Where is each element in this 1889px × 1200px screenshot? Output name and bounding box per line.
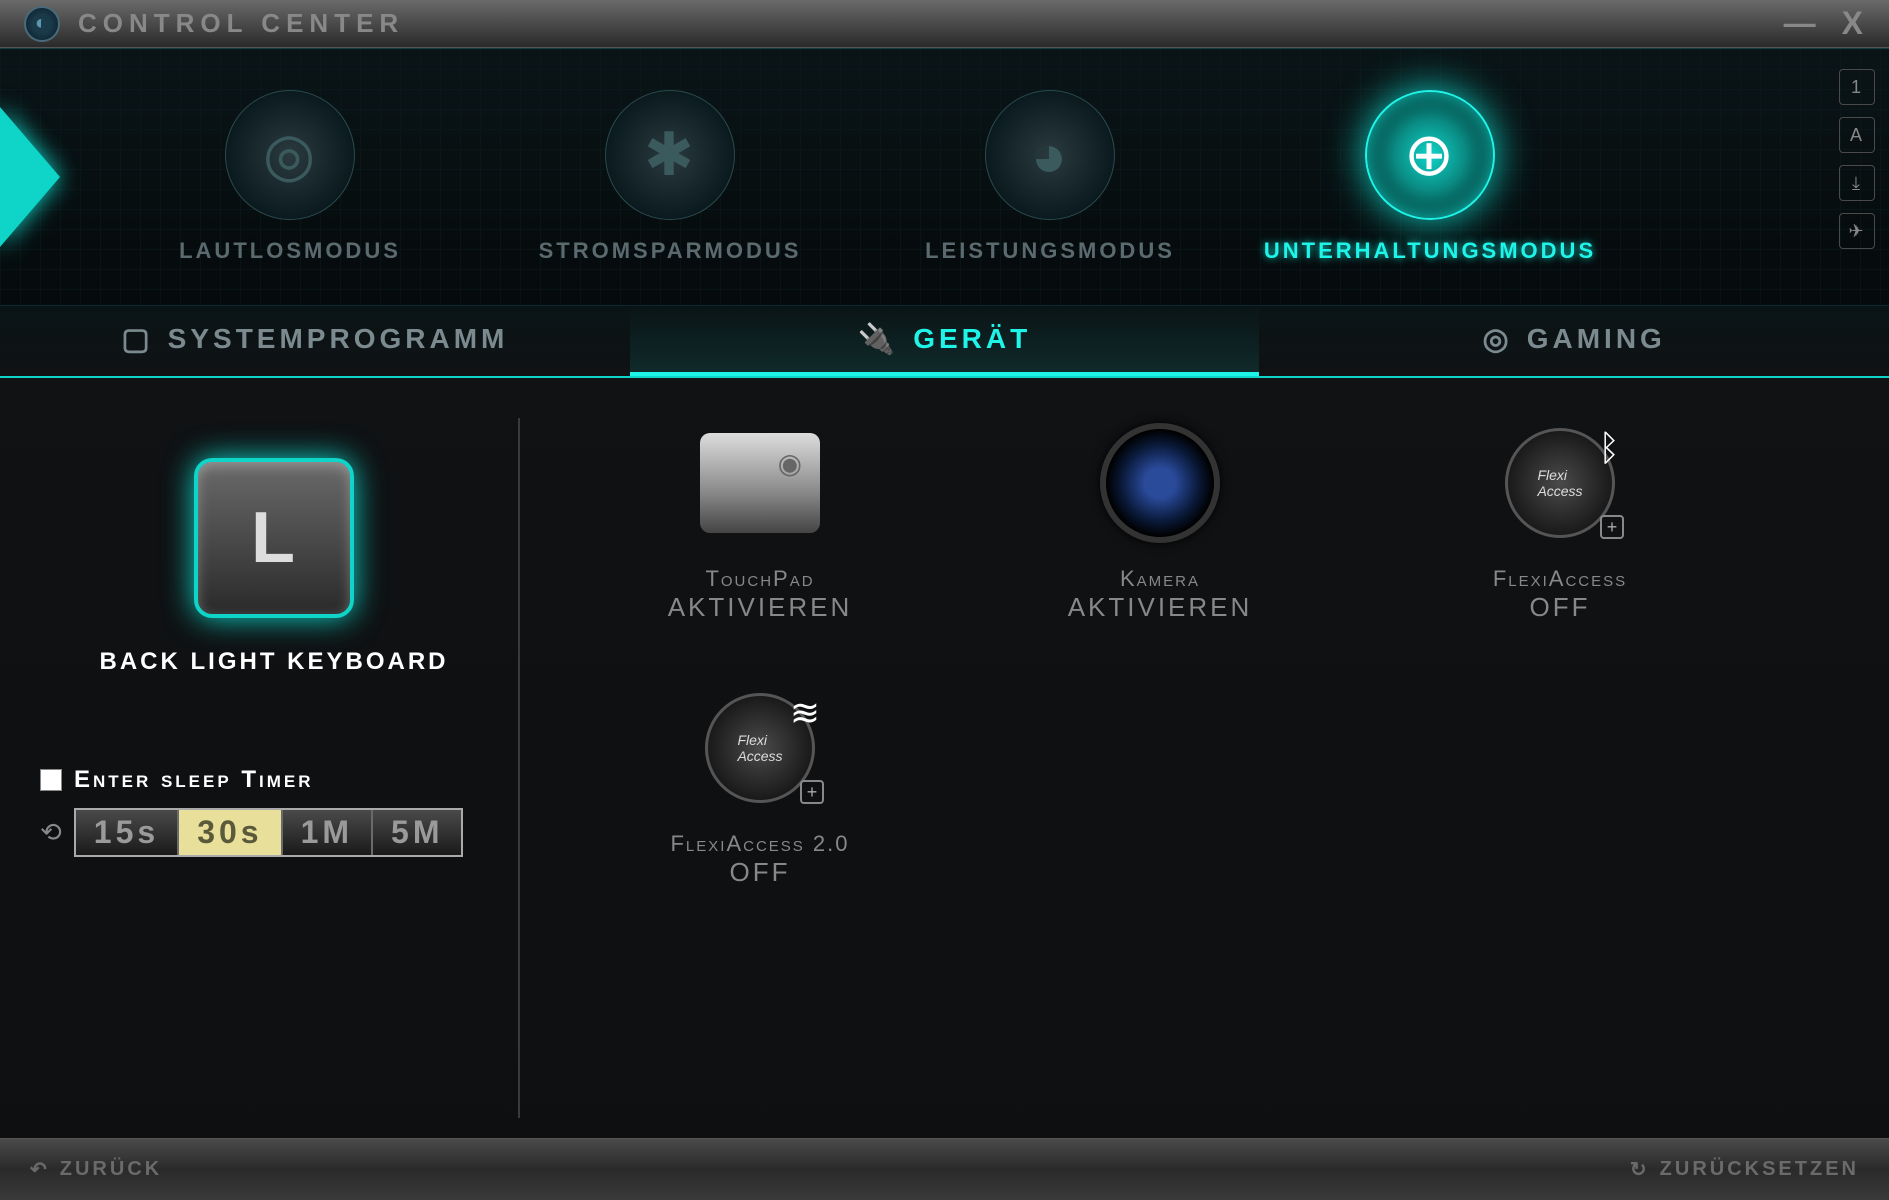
bluetooth-icon: ᛒ <box>1598 427 1620 469</box>
crosshair-icon: ⊕ <box>1365 90 1495 220</box>
tab-label: Systemprogramm <box>168 323 509 355</box>
mode-label: Unterhaltungsmodus <box>1264 238 1596 264</box>
gauge-icon: ◕ <box>985 90 1115 220</box>
titlebar: Control Center — X <box>0 0 1889 48</box>
sleep-timer-row: Enter sleep Timer <box>40 766 314 794</box>
mode-selector: ◎ Lautlosmodus ✱ Stromsparmodus ◕ Leistu… <box>0 48 1889 306</box>
mode-powersave[interactable]: ✱ Stromsparmodus <box>520 90 820 264</box>
add-icon: + <box>800 780 824 804</box>
tab-label: Gerät <box>913 323 1031 355</box>
timer-5m[interactable]: 5M <box>373 810 461 855</box>
mode-quiet[interactable]: ◎ Lautlosmodus <box>140 90 440 264</box>
wifi-icon: ≋ <box>790 692 820 734</box>
timer-15s[interactable]: 15s <box>76 810 179 855</box>
minimize-button[interactable]: — <box>1784 5 1818 42</box>
device-name: TouchPad <box>705 566 814 592</box>
reset-icon: ↻ <box>1630 1157 1650 1182</box>
timer-icon: ⟲ <box>40 817 64 848</box>
flexiaccess-bt-icon: FlexiAccess ᛒ + <box>1495 418 1625 548</box>
tab-label: Gaming <box>1527 323 1666 355</box>
window-controls: — X <box>1784 5 1865 42</box>
device-flexiaccess-bt[interactable]: FlexiAccess ᛒ + FlexiAccess OFF <box>1380 418 1740 623</box>
tab-device[interactable]: 🔌 Gerät <box>630 306 1260 376</box>
plug-icon: 🔌 <box>858 322 899 357</box>
footer: ↶ Zurück ↻ Zurücksetzen <box>0 1138 1889 1200</box>
tab-gaming[interactable]: ◎ Gaming <box>1259 306 1889 376</box>
content-area: L Back Light Keyboard Enter sleep Timer … <box>0 378 1889 1138</box>
device-name: FlexiAccess 2.0 <box>670 831 849 857</box>
device-touchpad[interactable]: TouchPad Aktivieren <box>580 418 940 623</box>
timer-options: 15s 30s 1M 5M <box>74 808 464 857</box>
app-logo-icon <box>24 6 60 42</box>
flexiaccess-wifi-icon: FlexiAccess ≋ + <box>695 683 825 813</box>
timer-1m[interactable]: 1M <box>283 810 373 855</box>
mode-label: Leistungsmodus <box>925 238 1175 264</box>
fan-icon: ✱ <box>605 90 735 220</box>
device-panel: TouchPad Aktivieren Kamera Aktivieren Fl… <box>520 418 1859 1118</box>
device-flexiaccess-wifi[interactable]: FlexiAccess ≋ + FlexiAccess 2.0 OFF <box>580 683 940 888</box>
mode-label: Lautlosmodus <box>179 238 401 264</box>
app-title: Control Center <box>78 8 404 39</box>
monitor-icon: ▢ <box>121 322 153 357</box>
device-name: Kamera <box>1120 566 1200 592</box>
keyboard-backlight-button[interactable]: L <box>194 458 354 618</box>
back-button[interactable]: ↶ Zurück <box>30 1157 162 1182</box>
keyboard-panel: L Back Light Keyboard Enter sleep Timer … <box>30 418 520 1118</box>
chevron-right-icon <box>0 107 60 247</box>
app-window: Control Center — X ◎ Lautlosmodus ✱ Stro… <box>0 0 1889 1200</box>
mode-performance[interactable]: ◕ Leistungsmodus <box>900 90 1200 264</box>
sleep-timer-label: Enter sleep Timer <box>74 766 314 794</box>
keyboard-backlight-label: Back Light Keyboard <box>100 648 449 676</box>
device-status: Aktivieren <box>668 592 853 623</box>
reset-label: Zurücksetzen <box>1660 1158 1859 1181</box>
add-icon: + <box>1600 515 1624 539</box>
sleep-timer-checkbox[interactable] <box>40 769 62 791</box>
tab-bar: ▢ Systemprogramm 🔌 Gerät ◎ Gaming <box>0 306 1889 378</box>
back-icon: ↶ <box>30 1157 50 1182</box>
touchpad-icon <box>695 418 825 548</box>
device-name: FlexiAccess <box>1493 566 1627 592</box>
mode-label: Stromsparmodus <box>539 238 802 264</box>
device-camera[interactable]: Kamera Aktivieren <box>980 418 1340 623</box>
device-status: OFF <box>1530 592 1591 623</box>
back-label: Zurück <box>60 1158 162 1181</box>
device-status: Aktivieren <box>1068 592 1253 623</box>
tab-systemprogram[interactable]: ▢ Systemprogramm <box>0 306 630 376</box>
camera-icon <box>1095 418 1225 548</box>
wheel-icon: ◎ <box>1483 322 1513 357</box>
mode-entertainment[interactable]: ⊕ Unterhaltungsmodus <box>1280 90 1580 264</box>
timer-30s[interactable]: 30s <box>179 810 282 855</box>
close-button[interactable]: X <box>1842 5 1865 42</box>
reset-button[interactable]: ↻ Zurücksetzen <box>1630 1157 1859 1182</box>
speaker-icon: ◎ <box>225 90 355 220</box>
timer-options-row: ⟲ 15s 30s 1M 5M <box>40 808 463 857</box>
device-status: OFF <box>730 857 791 888</box>
